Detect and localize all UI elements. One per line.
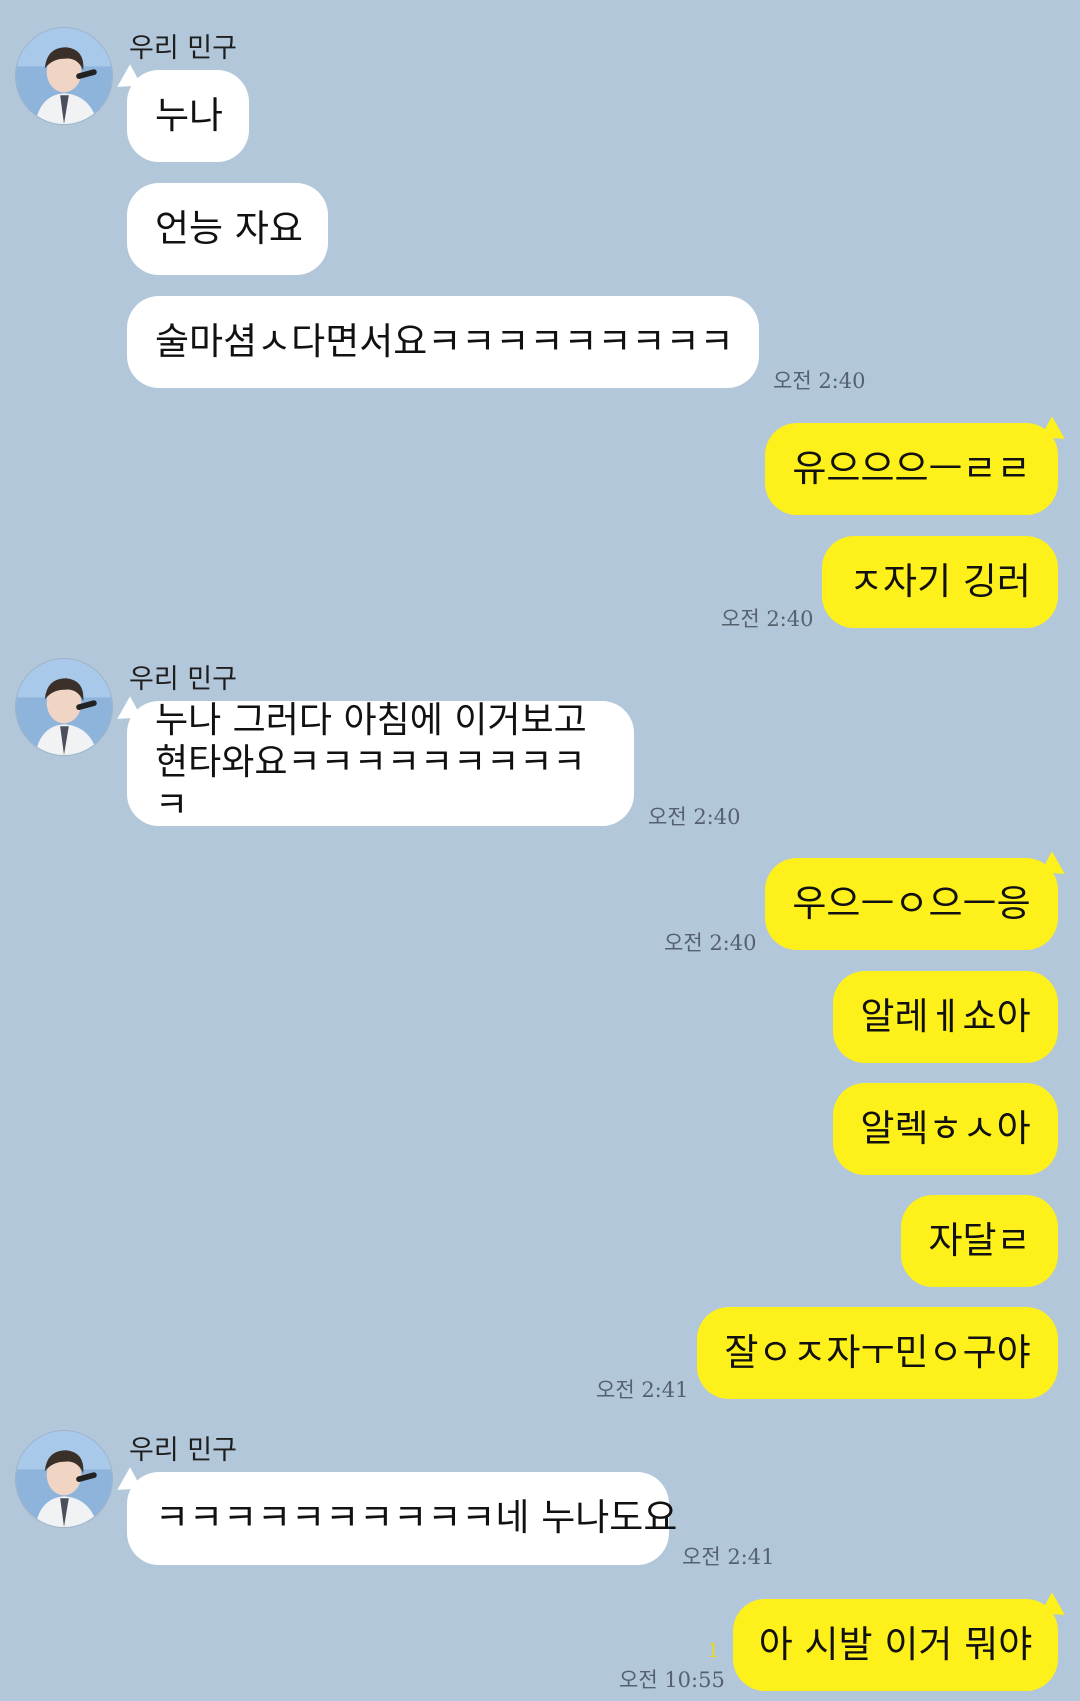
outgoing-message[interactable]: 잘ㅇㅈ자ㅜ민ㅇ구야: [697, 1307, 1058, 1399]
message-timestamp: 오전 2:40: [648, 805, 741, 829]
sender-name: 우리 민구: [129, 33, 237, 64]
outgoing-message[interactable]: 자달ㄹ: [901, 1195, 1058, 1287]
profile-photo-avatar-icon: [16, 1431, 112, 1527]
avatar[interactable]: [15, 1430, 113, 1528]
message-timestamp: 오전 2:40: [773, 369, 866, 393]
unread-count: 1: [707, 1638, 720, 1662]
outgoing-message[interactable]: ㅈ자기 깅러: [822, 536, 1058, 628]
outgoing-message[interactable]: 유으으으ㅡㄹㄹ: [765, 423, 1058, 515]
avatar[interactable]: [15, 658, 113, 756]
incoming-message[interactable]: 누나 그러다 아침에 이거보고 현타와요ㅋㅋㅋㅋㅋㅋㅋㅋㅋㅋ: [127, 700, 634, 826]
outgoing-message[interactable]: 알렉ㅎㅅ아: [833, 1083, 1058, 1175]
message-timestamp: 오전 2:40: [721, 607, 814, 631]
profile-photo-avatar-icon: [16, 28, 112, 124]
incoming-message[interactable]: 언능 자요: [127, 183, 328, 275]
message-timestamp: 오전 2:41: [682, 1545, 775, 1569]
outgoing-message[interactable]: 알레ㅔ쇼아: [833, 971, 1058, 1063]
sender-name: 우리 민구: [129, 1435, 237, 1466]
incoming-message[interactable]: 누나: [127, 70, 249, 162]
incoming-message[interactable]: 술마셤ㅅ다면서요ㅋㅋㅋㅋㅋㅋㅋㅋㅋ: [127, 296, 759, 388]
sender-name: 우리 민구: [129, 664, 237, 695]
incoming-message[interactable]: ㅋㅋㅋㅋㅋㅋㅋㅋㅋㅋ네 누나도요: [127, 1472, 677, 1565]
avatar[interactable]: [15, 27, 113, 125]
message-timestamp: 오전 10:55: [619, 1668, 725, 1692]
profile-photo-avatar-icon: [16, 659, 112, 755]
outgoing-message[interactable]: 아 시발 이거 뭐야: [733, 1599, 1058, 1691]
message-timestamp: 오전 2:40: [664, 931, 757, 955]
outgoing-message[interactable]: 우으ㅡㅇ으ㅡ응: [765, 858, 1058, 950]
message-timestamp: 오전 2:41: [596, 1378, 689, 1402]
